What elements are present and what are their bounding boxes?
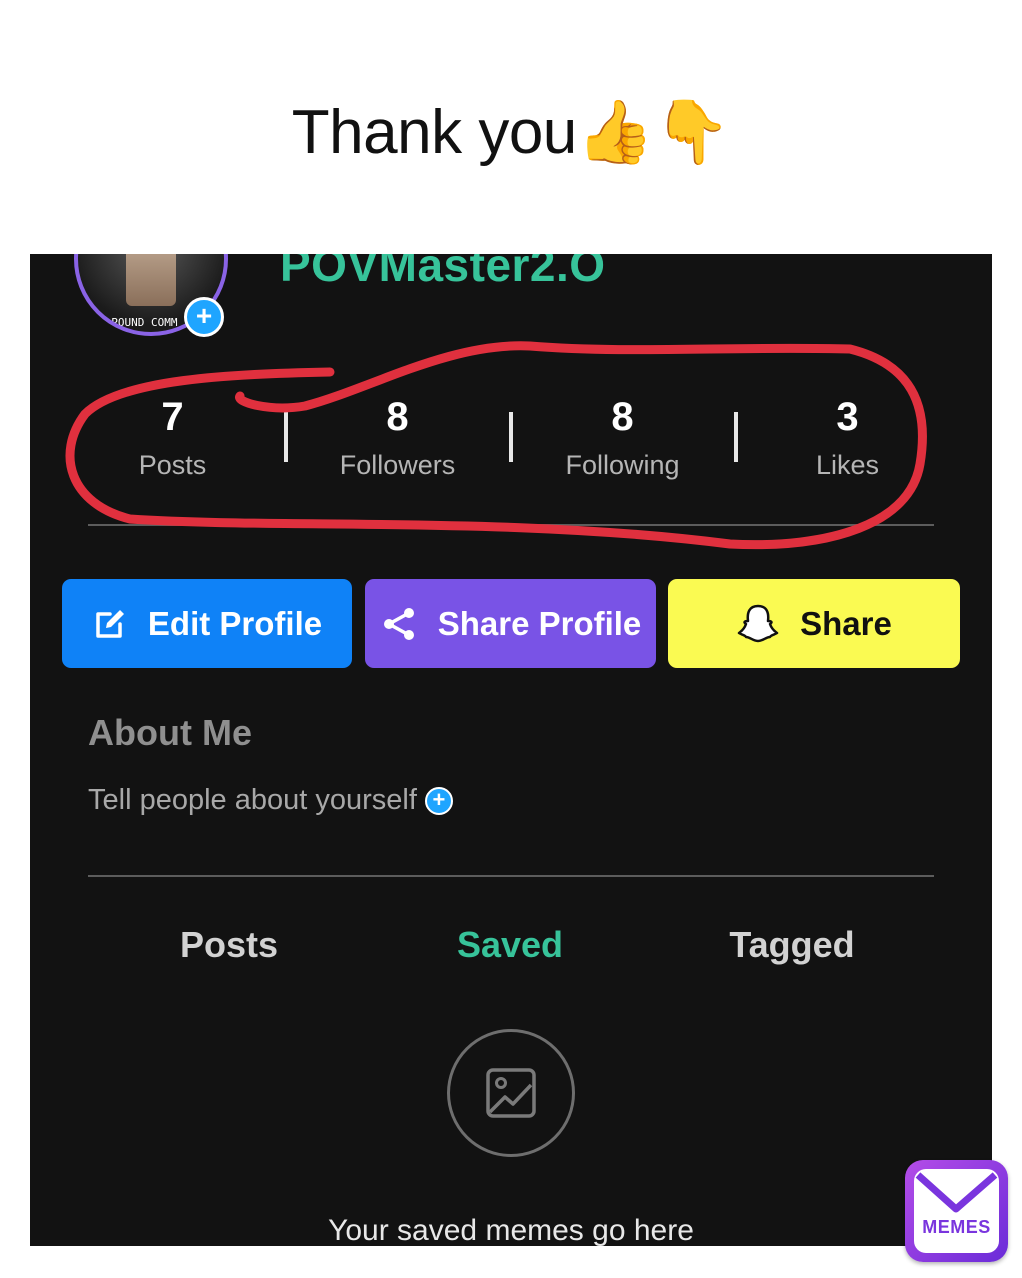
stat-label: Likes	[815, 450, 880, 480]
about-me-prompt-text: Tell people about yourself	[88, 784, 417, 816]
caption: Thank you👍👇	[0, 92, 1022, 173]
add-bio-plus-icon[interactable]: +	[424, 786, 453, 815]
stat-value: 8	[386, 395, 409, 439]
stat-label: Followers	[339, 450, 456, 480]
stats-row: 7 Posts 8 Followers 8 Following 3 Likes	[60, 384, 960, 494]
stat-following[interactable]: 8 Following	[510, 384, 735, 481]
snapchat-share-button[interactable]: Share	[668, 579, 960, 668]
stat-value: 3	[836, 395, 859, 439]
thumbs-up-pointing-down-emoji: 👍👇	[576, 95, 731, 168]
empty-state-text: Your saved memes go here	[328, 1214, 694, 1246]
share-profile-button[interactable]: Share Profile	[365, 579, 656, 668]
pencil-icon	[96, 609, 124, 638]
snapchat-share-label: Share	[800, 604, 892, 642]
divider-line	[88, 875, 934, 877]
username: POVMaster2.O	[280, 254, 606, 291]
tab-posts[interactable]: Posts	[119, 924, 339, 966]
share-icon	[383, 607, 414, 640]
about-me-heading: About Me	[88, 712, 252, 753]
divider-line	[88, 524, 934, 526]
stat-value: 8	[611, 395, 634, 439]
snapchat-ghost-icon	[737, 604, 779, 642]
stat-label: Following	[565, 450, 680, 480]
image-icon	[486, 1068, 536, 1118]
profile-screenshot: T POUND COMM + POVMaster2.O 7 Posts 8 Fo…	[30, 254, 992, 1246]
envelope-icon: MEMES	[914, 1169, 999, 1253]
edit-profile-label: Edit Profile	[147, 604, 323, 642]
stat-value: 7	[161, 395, 184, 439]
avatar-figure	[126, 254, 176, 306]
caption-text: Thank you	[291, 98, 578, 167]
stat-likes[interactable]: 3 Likes	[735, 384, 960, 481]
memes-logo-label: MEMES	[922, 1217, 991, 1237]
stat-label: Posts	[138, 450, 207, 480]
add-avatar-plus-icon[interactable]: +	[184, 297, 224, 337]
stat-posts[interactable]: 7 Posts	[60, 384, 285, 481]
share-profile-label: Share Profile	[437, 604, 642, 642]
stat-followers[interactable]: 8 Followers	[285, 384, 510, 481]
about-me-prompt[interactable]: Tell people about yourself +	[88, 784, 453, 817]
tab-tagged[interactable]: Tagged	[682, 924, 902, 966]
edit-profile-button[interactable]: Edit Profile	[62, 579, 352, 668]
tab-saved[interactable]: Saved	[400, 924, 620, 966]
empty-state-badge	[447, 1029, 575, 1157]
memes-logo: MEMES	[905, 1160, 1008, 1262]
